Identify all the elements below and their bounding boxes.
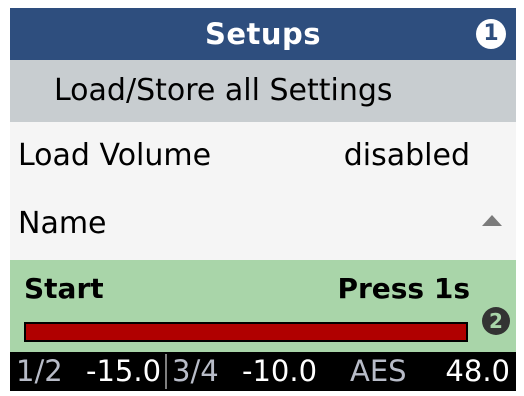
start-action[interactable]: Start Press 1s 2 [10, 260, 516, 352]
page-title: Setups [204, 17, 322, 51]
title-bar: Setups 1 [10, 8, 516, 60]
channel-a-label: 1/2 [16, 354, 63, 388]
channel-a-level: -15.0 [86, 354, 162, 388]
device-screen: Setups 1 Load/Store all Settings Load Vo… [10, 8, 516, 391]
sample-rate: 48.0 [445, 354, 510, 388]
progress-fill [26, 324, 466, 340]
row-label: Load Volume [18, 138, 212, 173]
press-hint: Press 1s [337, 272, 470, 305]
menu-subtitle: Load/Store all Settings [10, 60, 516, 122]
row-value: disabled [343, 138, 470, 173]
start-label: Start [24, 272, 104, 305]
status-bar: 1/2 -15.0 3/4 -10.0 AES 48.0 [10, 352, 516, 391]
row-label: Name [18, 206, 107, 241]
row-load-volume[interactable]: Load Volume disabled [10, 122, 516, 190]
subtitle-text: Load/Store all Settings [54, 73, 393, 108]
row-name[interactable]: Name [10, 190, 516, 258]
settings-list: Load Volume disabled Name [10, 122, 516, 260]
step-2-badge: 2 [482, 307, 510, 335]
scroll-up-icon[interactable] [482, 215, 502, 226]
step-1-badge: 1 [476, 19, 506, 49]
channel-b-label: 3/4 [172, 354, 219, 388]
status-divider [165, 354, 167, 389]
hold-progress-bar [24, 322, 468, 342]
input-source: AES [350, 354, 407, 388]
channel-b-level: -10.0 [242, 354, 318, 388]
